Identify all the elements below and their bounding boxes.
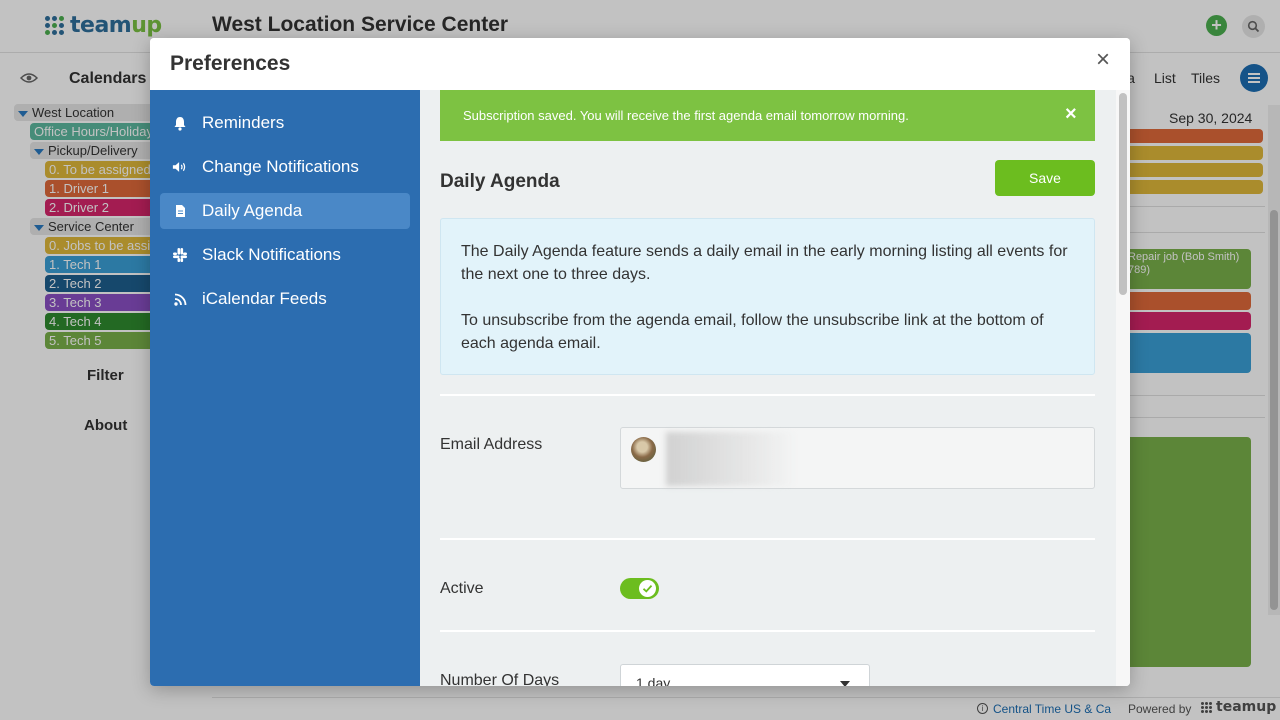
alert-close-button[interactable]: × <box>1065 104 1077 124</box>
nav-item-slack-notifications[interactable]: Slack Notifications <box>160 237 410 273</box>
avatar <box>631 437 656 462</box>
info-paragraph: The Daily Agenda feature sends a daily e… <box>461 243 1068 283</box>
nav-item-daily-agenda[interactable]: Daily Agenda <box>160 193 410 229</box>
content-scrollbar[interactable] <box>1116 90 1130 686</box>
modal-title: Preferences <box>170 52 291 75</box>
email-field[interactable] <box>620 427 1095 489</box>
divider <box>440 630 1095 632</box>
nav-item-change-notifications[interactable]: Change Notifications <box>160 149 410 185</box>
nav-label: Slack Notifications <box>202 245 341 264</box>
info-paragraph: To unsubscribe from the agenda email, fo… <box>461 312 1044 352</box>
chevron-down-icon <box>840 681 850 686</box>
nav-item-reminders[interactable]: Reminders <box>160 105 410 141</box>
days-select-value: 1 day <box>636 675 671 686</box>
active-label: Active <box>440 580 484 597</box>
divider <box>440 394 1095 396</box>
slack-icon <box>172 247 188 263</box>
nav-item-icalendar-feeds[interactable]: iCalendar Feeds <box>160 281 410 317</box>
section-title: Daily Agenda <box>440 171 560 192</box>
bell-icon <box>172 115 188 131</box>
alert-text: Subscription saved. You will receive the… <box>463 108 909 123</box>
scrollbar-thumb[interactable] <box>1119 93 1127 295</box>
active-toggle[interactable] <box>620 578 659 599</box>
days-label: Number Of Days <box>440 672 560 686</box>
nav-label: Reminders <box>202 113 285 132</box>
nav-label: Change Notifications <box>202 157 359 176</box>
rss-icon <box>172 291 188 307</box>
days-select[interactable]: 1 day <box>620 664 870 686</box>
preferences-modal: Preferences × Reminders Change Notificat… <box>150 38 1130 686</box>
preferences-content: Subscription saved. You will receive the… <box>420 90 1130 686</box>
document-icon <box>172 203 188 219</box>
toggle-knob <box>639 580 656 597</box>
speaker-icon <box>172 159 188 175</box>
divider <box>440 538 1095 540</box>
success-alert: Subscription saved. You will receive the… <box>440 90 1095 141</box>
check-icon <box>642 584 653 593</box>
info-box: The Daily Agenda feature sends a daily e… <box>440 218 1095 375</box>
modal-header: Preferences × <box>150 38 1130 90</box>
preferences-nav: Reminders Change Notifications Daily Age… <box>150 90 420 686</box>
nav-label: Daily Agenda <box>202 201 303 220</box>
redacted-email <box>666 432 796 486</box>
save-button[interactable]: Save <box>995 160 1095 196</box>
close-button[interactable]: × <box>1096 48 1110 72</box>
nav-label: iCalendar Feeds <box>202 289 327 308</box>
email-label: Email Address <box>440 436 543 453</box>
